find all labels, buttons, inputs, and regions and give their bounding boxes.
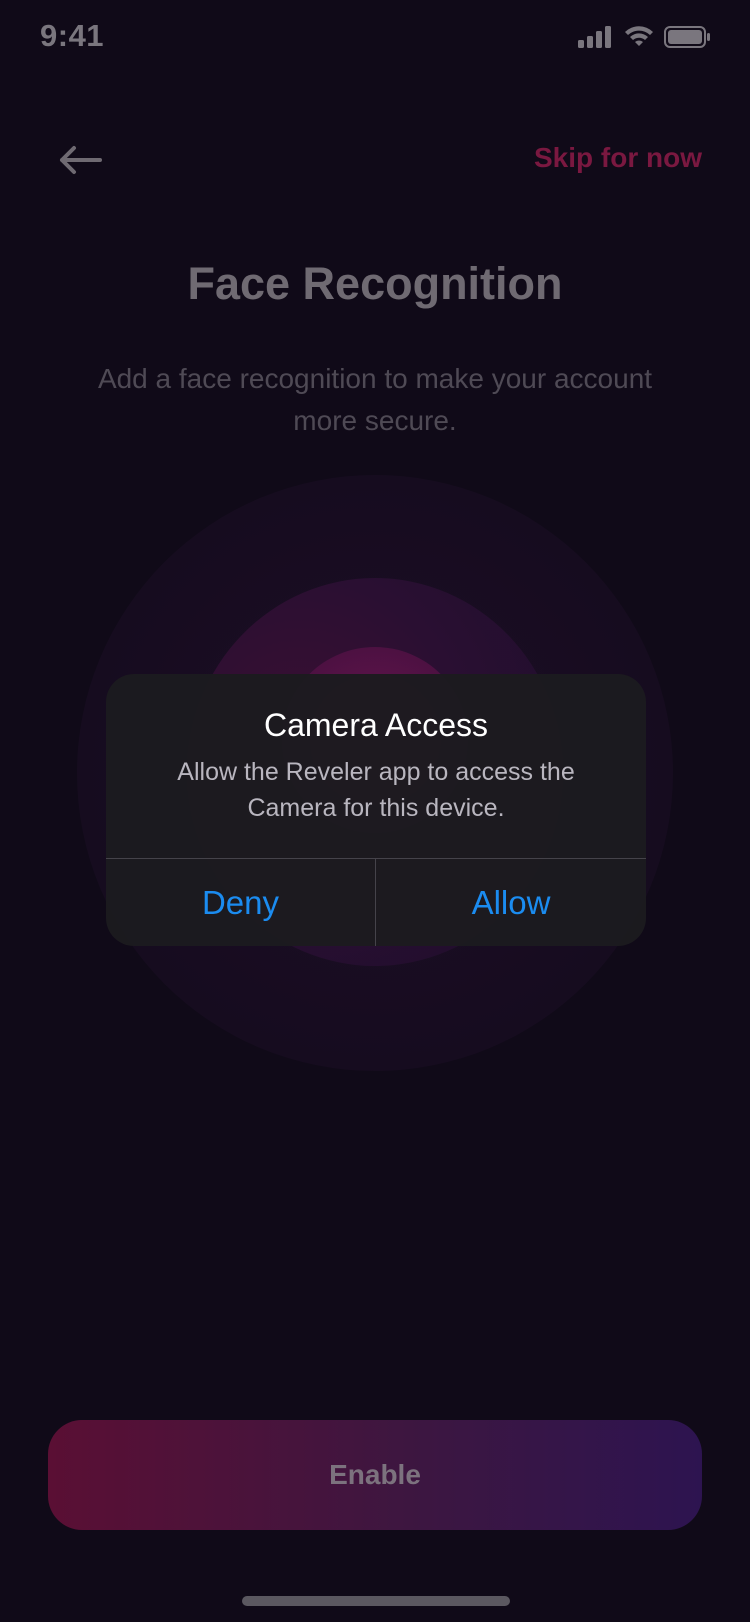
status-time: 9:41 [40, 18, 105, 53]
page-title: Face Recognition [187, 258, 563, 309]
arrow-left-icon [60, 146, 102, 174]
face-recognition-screen: 9:41 Skip for now Face Recognition Add a… [0, 0, 750, 1622]
battery-icon [664, 26, 710, 48]
home-indicator [242, 1596, 510, 1606]
camera-access-dialog: Camera Access Allow the Reveler app to a… [106, 674, 646, 946]
deny-button[interactable]: Deny [106, 859, 375, 946]
dialog-title: Camera Access [263, 707, 489, 743]
skip-for-now-link[interactable]: Skip for now [534, 142, 702, 174]
cellular-signal-icon [578, 26, 611, 48]
back-button[interactable] [56, 140, 104, 180]
wifi-icon [625, 26, 653, 46]
enable-button[interactable]: Enable [48, 1420, 702, 1530]
dialog-message: Allow the Reveler app to access the Came… [177, 758, 575, 822]
allow-button[interactable]: Allow [376, 859, 646, 946]
page-subtitle: Add a face recognition to make your acco… [97, 363, 653, 436]
status-icons [578, 26, 710, 48]
